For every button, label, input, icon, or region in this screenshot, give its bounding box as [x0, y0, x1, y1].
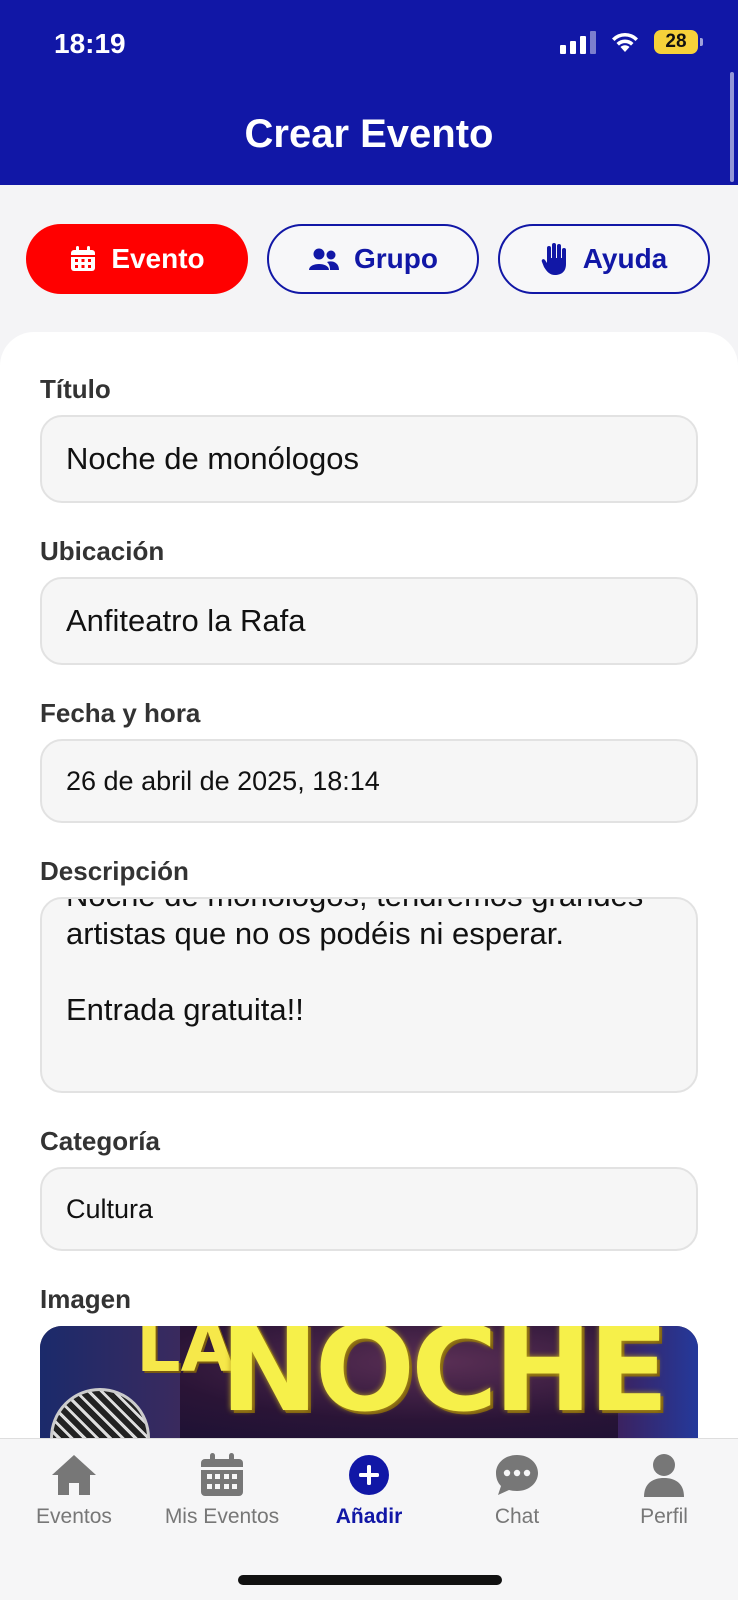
category-select-value: Cultura — [66, 1193, 154, 1224]
event-image-preview[interactable]: LA NOCHE — [40, 1326, 698, 1446]
tab-ayuda-label: Ayuda — [582, 243, 668, 274]
home-indicator[interactable] — [238, 1575, 502, 1585]
chat-bubble-icon — [496, 1455, 538, 1495]
title-field-value: Noche de monólogos — [66, 441, 359, 476]
category-select[interactable]: Cultura — [40, 1167, 698, 1251]
nav-mis-eventos-label: Mis Eventos — [164, 1505, 280, 1528]
nav-anadir[interactable]: Añadir — [295, 1453, 443, 1529]
hand-icon — [541, 243, 566, 275]
nav-chat[interactable]: Chat — [443, 1453, 591, 1529]
tab-ayuda[interactable]: Ayuda — [498, 224, 710, 294]
description-label: Descripción — [40, 856, 189, 886]
category-label: Categoría — [40, 1126, 160, 1156]
battery-icon: 28 — [654, 30, 703, 54]
datetime-field-value: 26 de abril de 2025, 18:14 — [66, 765, 380, 796]
users-icon — [309, 248, 339, 270]
nav-perfil-label: Perfil — [640, 1505, 688, 1528]
app-header: 18:19 28 Crear Evento — [0, 0, 738, 185]
person-icon — [644, 1454, 684, 1497]
plus-circle-icon — [349, 1455, 389, 1495]
tab-grupo[interactable]: Grupo — [267, 224, 479, 294]
image-label: Imagen — [40, 1284, 132, 1314]
tab-evento[interactable]: Evento — [26, 224, 248, 294]
description-textarea-value: Noche de monólogos, tendremos grandes ar… — [66, 899, 643, 1027]
nav-perfil[interactable]: Perfil — [590, 1453, 738, 1529]
calendar-icon — [201, 1453, 243, 1496]
cellular-signal-icon — [560, 30, 596, 54]
datetime-label: Fecha y hora — [40, 698, 201, 728]
datetime-field[interactable]: 26 de abril de 2025, 18:14 — [40, 739, 698, 823]
nav-mis-eventos[interactable]: Mis Eventos — [148, 1453, 296, 1529]
title-label: Título — [40, 374, 111, 404]
status-time: 18:19 — [54, 28, 126, 59]
tab-evento-label: Evento — [111, 243, 205, 274]
home-icon — [52, 1455, 96, 1495]
nav-eventos-label: Eventos — [36, 1505, 112, 1528]
status-icons: 28 — [560, 30, 703, 54]
calendar-icon — [71, 246, 96, 271]
location-label: Ubicación — [40, 536, 165, 566]
location-field[interactable]: Anfiteatro la Rafa — [40, 577, 698, 665]
tab-grupo-label: Grupo — [354, 243, 438, 274]
description-textarea[interactable]: Noche de monólogos, tendremos grandes ar… — [40, 897, 698, 1093]
page-title: Crear Evento — [244, 112, 494, 156]
location-field-value: Anfiteatro la Rafa — [66, 603, 306, 638]
nav-chat-label: Chat — [494, 1505, 540, 1528]
wifi-icon — [612, 32, 638, 52]
title-field[interactable]: Noche de monólogos — [40, 415, 698, 503]
nav-eventos[interactable]: Eventos — [0, 1453, 148, 1529]
nav-anadir-label: Añadir — [335, 1505, 403, 1528]
scroll-indicator — [730, 72, 734, 182]
image-text-noche: NOCHE — [220, 1326, 669, 1438]
